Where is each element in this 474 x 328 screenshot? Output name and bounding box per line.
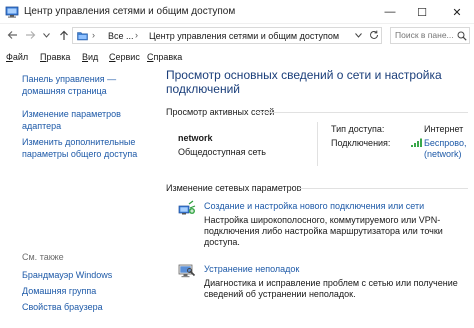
title-bar: Центр управления сетями и общим доступом… [0, 0, 474, 24]
menu-accelerator: Ф [6, 52, 13, 62]
maximize-button[interactable]: ☐ [406, 0, 438, 24]
address-dropdown-button[interactable] [355, 31, 362, 40]
sidebar-link-internet-options[interactable]: Свойства браузера [22, 302, 158, 314]
search-input[interactable] [395, 30, 455, 40]
search-box[interactable] [390, 27, 470, 44]
sidebar-link-adapter-settings[interactable]: Изменение параметров адаптера [22, 109, 158, 132]
troubleshoot-description: Диагностика и исправление проблем с сеть… [204, 278, 458, 299]
wifi-signal-icon [411, 138, 422, 147]
troubleshoot-icon [178, 264, 196, 278]
forward-arrow-icon [25, 31, 35, 39]
menu-label: ервис [115, 52, 140, 62]
page-title: Просмотр основных сведений о сети и наст… [166, 68, 442, 96]
menu-label: правка [153, 52, 183, 62]
chevron-down-icon [355, 33, 362, 38]
refresh-icon [370, 30, 378, 39]
refresh-button[interactable] [369, 30, 379, 43]
back-button[interactable] [4, 27, 20, 43]
menu-edit[interactable]: Правка [40, 52, 70, 62]
menu-view[interactable]: Вид [82, 52, 98, 62]
sidebar-link-firewall[interactable]: Брандмауэр Windows [22, 270, 158, 282]
sidebar-link-homegroup[interactable]: Домашняя группа [22, 286, 158, 298]
breadcrumb-separator: › [92, 30, 95, 40]
up-arrow-icon [60, 30, 68, 40]
address-row: › Все ... › Центр управления сетями и об… [0, 24, 474, 46]
sidebar: Панель управления — домашняя страница Из… [0, 66, 160, 328]
chevron-down-icon [42, 32, 50, 38]
back-arrow-icon [7, 31, 17, 39]
menu-label: ид [88, 52, 99, 62]
breadcrumb-separator[interactable]: › [135, 30, 138, 40]
menu-label: айл [12, 52, 29, 62]
troubleshoot-link[interactable]: Устранение неполадок [204, 264, 299, 274]
address-bar[interactable]: › Все ... › Центр управления сетями и об… [72, 27, 382, 44]
setup-new-connection-link[interactable]: Создание и настройка нового подключения … [204, 201, 424, 211]
section-divider [256, 112, 468, 113]
section-divider [298, 188, 468, 189]
menu-help[interactable]: Справка [147, 52, 182, 62]
new-connection-icon [178, 200, 196, 215]
minimize-button[interactable]: — [374, 0, 406, 24]
sidebar-link-control-panel-home[interactable]: Панель управления — домашняя страница [22, 74, 158, 97]
main-content: Просмотр основных сведений о сети и наст… [160, 66, 474, 328]
search-icon[interactable] [457, 31, 467, 41]
see-also-label: См. также [22, 252, 64, 262]
network-name: network [178, 133, 213, 143]
network-center-icon [5, 6, 19, 18]
close-button[interactable]: ✕ [440, 0, 474, 24]
access-type-value: Интернет [424, 124, 464, 134]
menu-tools[interactable]: Сервис [109, 52, 140, 62]
recent-locations-button[interactable] [38, 27, 54, 43]
vertical-divider [317, 122, 318, 166]
sidebar-link-advanced-sharing[interactable]: Изменить дополнительные параметры общего… [22, 137, 158, 160]
access-type-label: Тип доступа: [331, 124, 385, 134]
menu-bar: Файл Правка Вид Сервис Справка [0, 49, 474, 65]
wireless-connection-link[interactable]: Беспрово, (network) [424, 138, 472, 160]
change-settings-title: Изменение сетевых параметров [166, 183, 302, 193]
up-button[interactable] [56, 27, 72, 43]
menu-label: равка [46, 52, 71, 62]
forward-button[interactable] [22, 27, 38, 43]
window-title: Центр управления сетями и общим доступом [24, 6, 236, 17]
breadcrumb-current[interactable]: Центр управления сетями и общим доступом [149, 31, 339, 41]
breadcrumb-root[interactable]: Все ... [108, 31, 134, 41]
folder-icon [77, 32, 88, 41]
connections-label: Подключения: [331, 138, 391, 148]
setup-new-connection-description: Настройка широкополосного, коммутируемог… [204, 215, 443, 247]
menu-file[interactable]: Файл [6, 52, 28, 62]
network-type-link: Общедоступная сеть [178, 147, 266, 157]
